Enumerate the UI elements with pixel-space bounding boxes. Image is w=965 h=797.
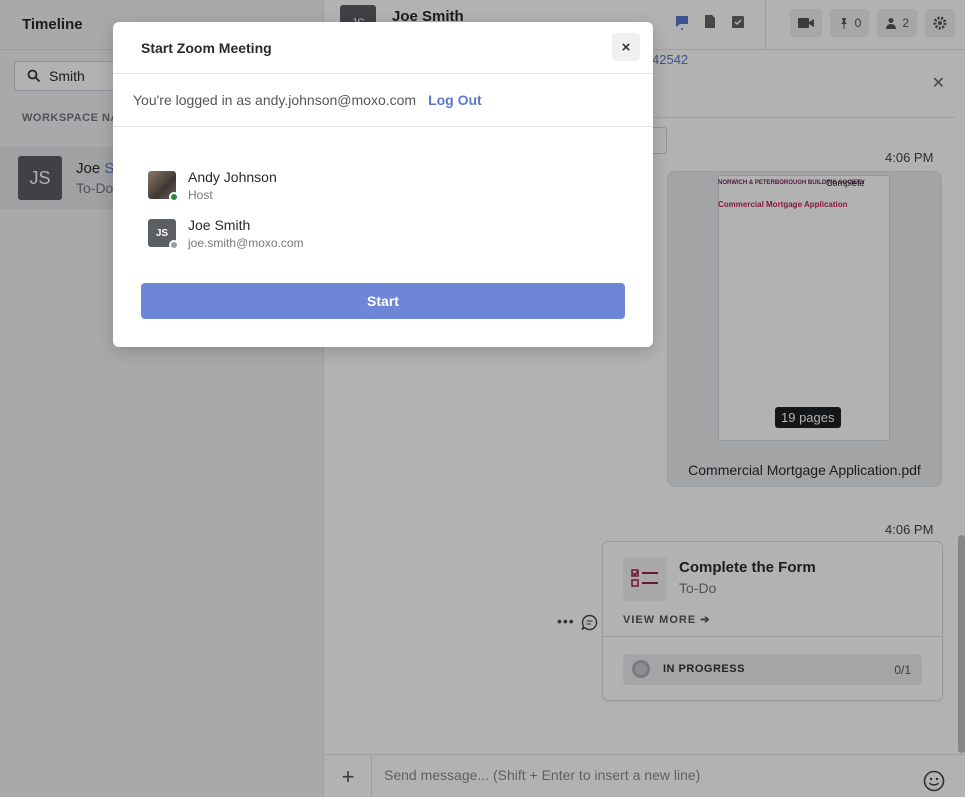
start-zoom-meeting-dialog: Start Zoom Meeting × You're logged in as…	[113, 22, 653, 347]
participant-guest: JS Joe Smith joe.smith@moxo.com	[148, 217, 304, 250]
login-info: You're logged in as andy.johnson@moxo.co…	[113, 74, 653, 127]
start-button[interactable]: Start	[141, 283, 625, 319]
participant-role: Host	[188, 188, 213, 202]
dialog-title: Start Zoom Meeting	[141, 40, 272, 56]
online-status-dot	[169, 192, 179, 202]
participant-email: joe.smith@moxo.com	[188, 236, 304, 250]
close-button[interactable]: ×	[612, 33, 640, 61]
avatar: JS	[148, 219, 179, 250]
close-icon: ×	[621, 38, 631, 56]
login-text: You're logged in as andy.johnson@moxo.co…	[133, 92, 417, 108]
participant-host: Andy Johnson Host	[148, 169, 304, 202]
dialog-header: Start Zoom Meeting ×	[113, 22, 653, 74]
offline-status-dot	[169, 240, 179, 250]
participant-name: Joe Smith	[188, 217, 251, 233]
participant-name: Andy Johnson	[188, 169, 277, 185]
avatar	[148, 171, 179, 202]
participant-list: Andy Johnson Host JS Joe Smith joe.smith…	[148, 169, 304, 265]
log-out-link[interactable]: Log Out	[428, 92, 482, 108]
